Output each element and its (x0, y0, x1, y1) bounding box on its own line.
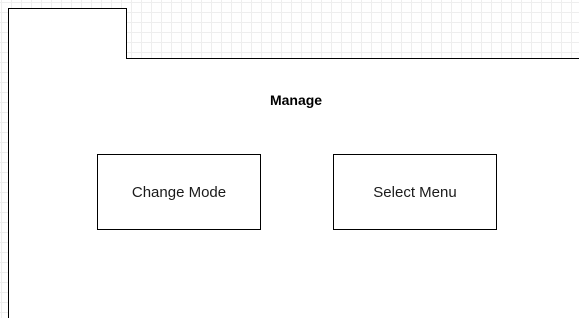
change-mode-box[interactable]: Change Mode (97, 154, 261, 230)
frame-tab[interactable] (8, 8, 127, 59)
change-mode-label: Change Mode (131, 183, 227, 201)
frame-title: Manage (269, 92, 323, 108)
select-menu-label: Select Menu (373, 183, 457, 201)
select-menu-box[interactable]: Select Menu (333, 154, 497, 230)
